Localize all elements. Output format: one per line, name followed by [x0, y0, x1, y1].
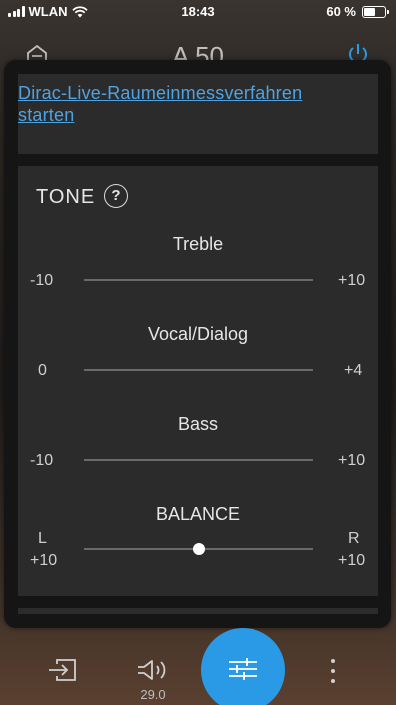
battery-fill — [364, 7, 376, 16]
treble-slider[interactable] — [84, 279, 313, 281]
settings-sheet: Dirac-Live-Raumeinmessverfahren starten … — [4, 60, 391, 628]
input-icon[interactable] — [47, 658, 77, 682]
sliders-icon — [229, 658, 257, 680]
tone-card: TONE ? Treble -10 +10 Vocal/Dialog 0 +4 … — [18, 166, 378, 596]
bass-min: -10 — [30, 452, 54, 469]
status-bar: WLAN 18:43 60 % — [0, 0, 396, 22]
status-right: 60 % — [326, 4, 389, 19]
battery-text: 60 % — [326, 4, 356, 19]
battery-icon — [362, 5, 389, 18]
bass-max: +10 — [338, 452, 366, 469]
vocal-min: 0 — [38, 362, 47, 379]
treble-min: -10 — [30, 272, 54, 289]
vocal-label: Vocal/Dialog — [147, 324, 249, 344]
tone-title: TONE — [36, 186, 96, 208]
bass-label: Bass — [177, 414, 219, 434]
balance-slider[interactable] — [84, 543, 313, 555]
balance-left-value: +10 — [30, 552, 58, 569]
help-icon[interactable]: ? — [104, 184, 128, 208]
balance-slider-thumb[interactable] — [192, 543, 205, 555]
treble-max: +10 — [338, 272, 366, 289]
balance-left-letter: L — [38, 530, 47, 547]
bass-slider[interactable] — [84, 459, 313, 461]
volume-value: 29.0 — [140, 687, 166, 702]
vocal-slider[interactable] — [84, 369, 313, 371]
balance-right-value: +10 — [338, 552, 366, 569]
volume-icon[interactable] — [136, 658, 170, 682]
dirac-live-link[interactable]: Dirac-Live-Raumeinmessverfahren starten — [18, 82, 358, 126]
tone-settings-button[interactable] — [201, 628, 285, 705]
treble-label: Treble — [172, 234, 224, 254]
next-card-edge — [18, 608, 378, 614]
balance-right-letter: R — [348, 530, 360, 547]
balance-label: BALANCE — [155, 504, 241, 524]
vocal-max: +4 — [344, 362, 363, 379]
bottom-nav: 29.0 — [0, 628, 396, 705]
more-vertical-icon[interactable] — [328, 658, 338, 684]
dirac-card: Dirac-Live-Raumeinmessverfahren starten — [18, 74, 378, 154]
